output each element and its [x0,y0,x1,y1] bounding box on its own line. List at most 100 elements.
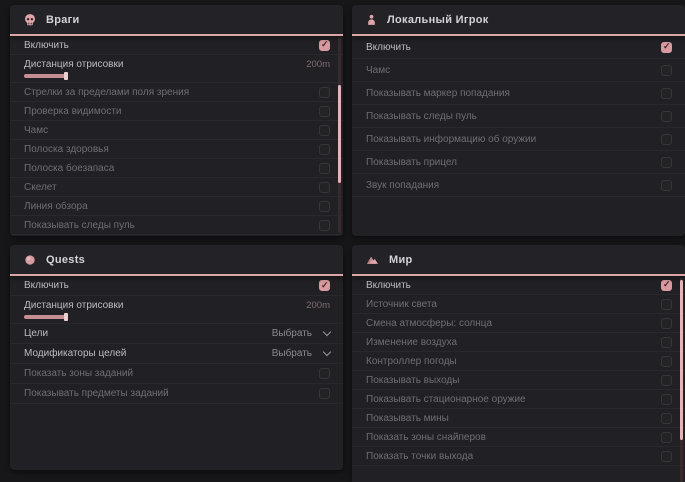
checkbox[interactable] [661,375,672,386]
dropdown-row: Модификаторы целейВыбрать [10,344,343,364]
setting-row: Показывать предметы заданий [10,384,343,404]
setting-row: Звук попадания [352,174,685,197]
scrollbar-thumb[interactable] [680,280,683,440]
setting-label: Дистанция отрисовки [24,59,123,70]
checkbox[interactable] [661,356,672,367]
setting-label: Полоска здоровья [24,144,109,155]
setting-label: Включить [366,280,411,291]
setting-row: Показывать маркер попадания [352,82,685,105]
checkbox[interactable] [661,451,672,462]
setting-label: Показать зоны снайперов [366,432,486,443]
chevron-down-icon [323,328,331,336]
distance-slider[interactable] [24,74,330,78]
setting-label: Дистанция отрисовки [24,300,123,311]
setting-label: Показывать следы пуль [366,111,477,122]
setting-label: Смена атмосферы: солнца [366,318,492,329]
setting-label: Показывать стационарное оружие [366,394,526,405]
panel-quests-header: Quests [10,245,343,276]
checkbox[interactable] [319,106,330,117]
setting-label: Показывать прицел [366,157,457,168]
checkbox[interactable] [661,413,672,424]
skull-icon [23,13,37,27]
dropdown-select[interactable]: Выбрать [272,328,330,339]
setting-row: Включить [352,36,685,59]
setting-row: Показывать следы пуль [352,105,685,128]
setting-row: Линия обзора [10,197,343,216]
setting-label: Стрелки за пределами поля зрения [24,87,189,98]
slider-handle[interactable] [64,313,68,321]
distance-slider[interactable] [24,315,330,319]
slider-label-line: Дистанция отрисовки 200m [24,59,330,70]
checkbox[interactable] [319,144,330,155]
checkbox-checked[interactable] [661,280,672,291]
slider-handle[interactable] [64,72,68,80]
slider-fill [24,315,66,319]
settings-list: ВключитьЧамсПоказывать маркер попадания П… [352,36,685,197]
setting-row: Стрелки за пределами поля зрения [10,83,343,102]
setting-label: Включить [24,280,69,291]
settings-list: Включить Источник света Смена атмосферы: с… [352,276,685,466]
slider-value: 200m [306,59,330,70]
setting-row: Показывать выходы [352,371,685,390]
scrollbar-track [338,38,341,233]
checkbox-checked[interactable] [319,280,330,291]
setting-label: Показывать предметы заданий [24,388,169,399]
setting-row: Чамс [352,59,685,82]
setting-label: Показать зоны заданий [24,368,133,379]
mountain-icon [365,253,380,266]
checkbox[interactable] [661,337,672,348]
setting-label: Проверка видимости [24,106,122,117]
checkbox[interactable] [319,388,330,399]
panel-enemies: Враги ВключитьДистанция отрисовки200mСтр… [10,5,343,236]
checkbox[interactable] [661,134,672,145]
dropdown-value: Выбрать [272,348,312,359]
panel-quests: Quests ВключитьДистанция отрисовки200mЦе… [10,245,343,470]
checkbox[interactable] [661,432,672,443]
setting-row: Включить [10,276,343,296]
panel-local-player: Локальный Игрок ВключитьЧамсПоказывать м… [352,5,685,236]
setting-row: Включить [352,276,685,295]
slider-value: 200m [306,300,330,311]
checkbox[interactable] [319,125,330,136]
checkbox[interactable] [319,163,330,174]
checkbox[interactable] [319,220,330,231]
setting-label: Контроллер погоды [366,356,457,367]
panel-title: Quests [46,254,85,266]
checkbox[interactable] [661,299,672,310]
orb-icon [23,253,37,267]
setting-label: Чамс [24,125,48,136]
panel-local-player-header: Локальный Игрок [352,5,685,36]
checkbox[interactable] [661,65,672,76]
dropdown-value: Выбрать [272,328,312,339]
setting-row: Скелет [10,178,343,197]
settings-list: ВключитьДистанция отрисовки200mЦелиВыбра… [10,276,343,404]
checkbox[interactable] [661,111,672,122]
setting-row: Показать зоны снайперов [352,428,685,447]
panel-world-header: Мир [352,245,685,276]
setting-row: Изменение воздуха [352,333,685,352]
setting-row: Показывать стационарное оружие [352,390,685,409]
setting-row: Включить [10,36,343,55]
checkbox[interactable] [319,201,330,212]
checkbox[interactable] [319,182,330,193]
checkbox-checked[interactable] [661,42,672,53]
setting-label: Включить [24,40,69,51]
setting-label: Скелет [24,182,57,193]
dropdown-select[interactable]: Выбрать [272,348,330,359]
checkbox[interactable] [661,157,672,168]
scrollbar-thumb[interactable] [338,85,341,183]
setting-label: Источник света [366,299,437,310]
checkbox[interactable] [661,318,672,329]
panel-title: Локальный Игрок [387,14,489,26]
chevron-down-icon [323,348,331,356]
checkbox[interactable] [661,394,672,405]
panel-title: Мир [389,254,413,266]
checkbox[interactable] [319,87,330,98]
checkbox[interactable] [319,368,330,379]
checkbox[interactable] [661,180,672,191]
setting-label: Показать точки выхода [366,451,473,462]
setting-label: Показывать информацию об оружии [366,134,536,145]
setting-row: Показывать мины [352,409,685,428]
checkbox-checked[interactable] [319,40,330,51]
checkbox[interactable] [661,88,672,99]
